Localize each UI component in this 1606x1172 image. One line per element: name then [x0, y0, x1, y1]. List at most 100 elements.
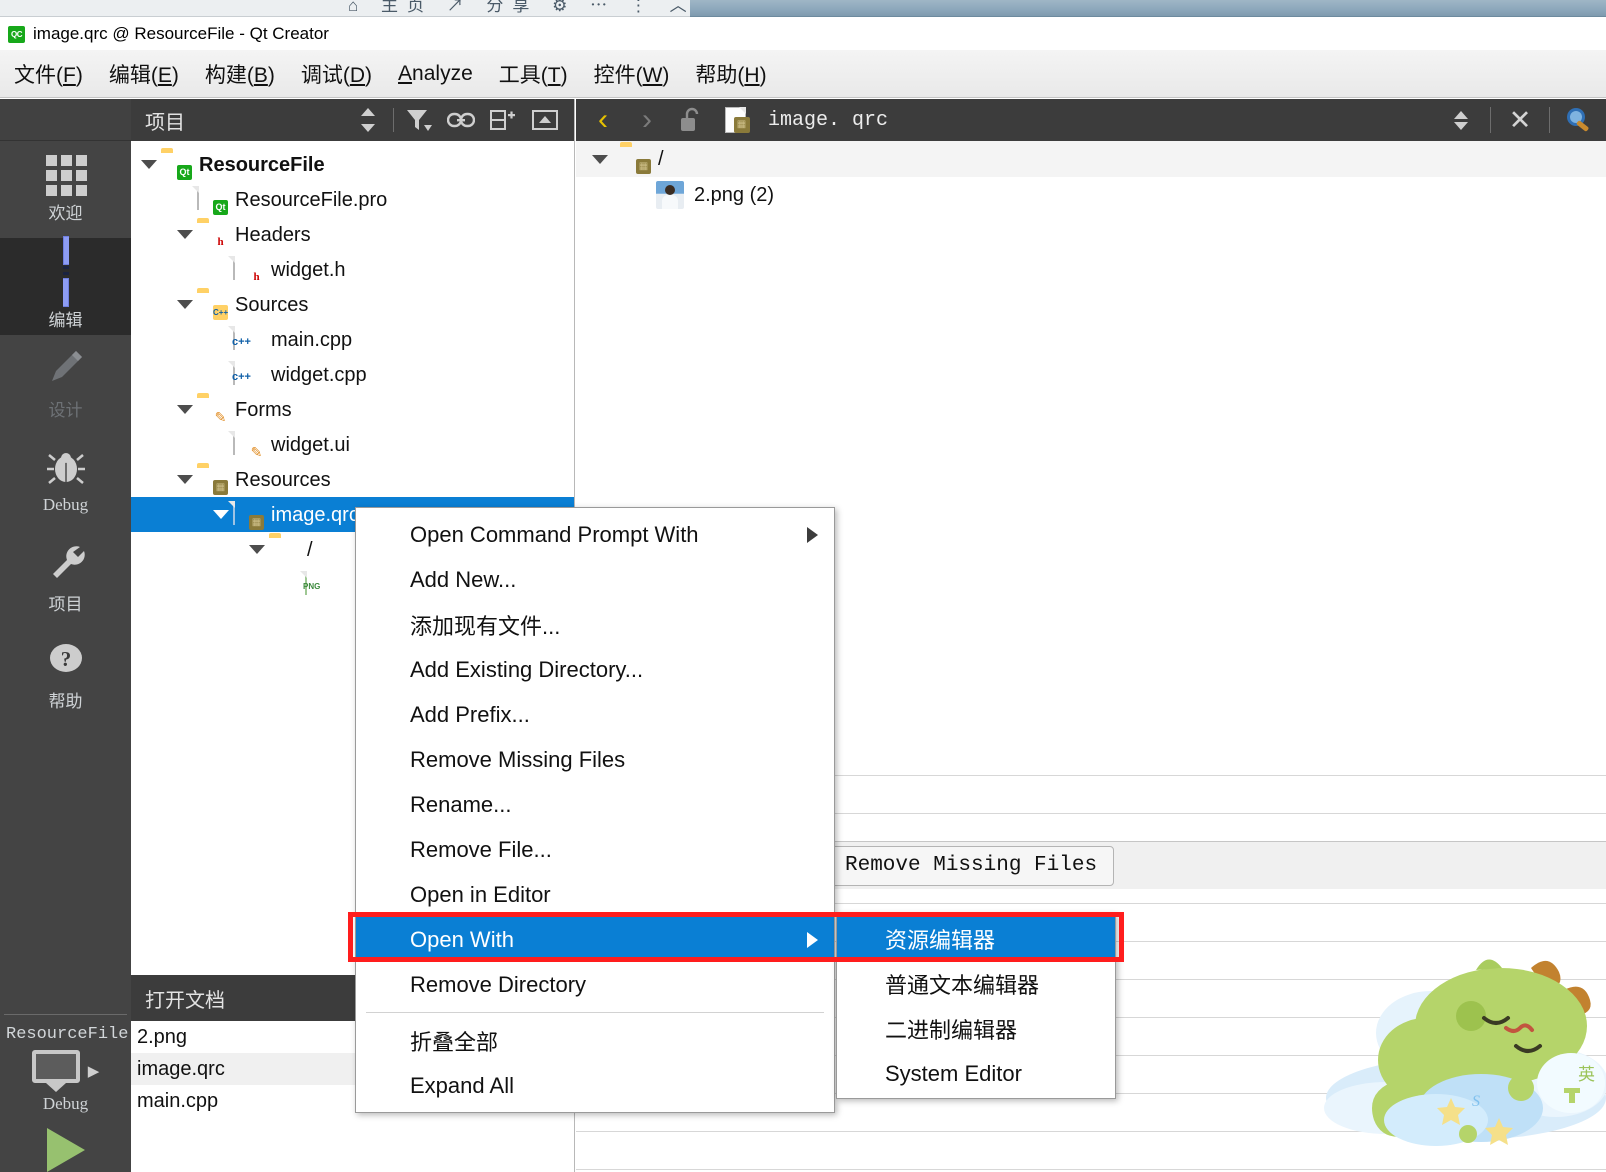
context-menu-item-label: Expand All [410, 1072, 514, 1098]
folder-res-icon: ▦ [620, 146, 651, 174]
kit-arrow-icon: ▶ [87, 1063, 100, 1080]
image-thumb-icon [656, 181, 684, 209]
pencil-icon [46, 347, 86, 392]
menu-item-7[interactable]: 控件(W) [594, 59, 670, 89]
file-qrc-icon: ▦ [714, 99, 756, 141]
context-menu-item[interactable]: Expand All [356, 1063, 834, 1108]
chevron-down-icon[interactable] [137, 160, 161, 169]
context-menu-item[interactable]: Remove File... [356, 827, 834, 872]
submenu-item-label: 资源编辑器 [885, 927, 996, 953]
tree-item[interactable]: ✎ Forms [131, 392, 574, 427]
link-icon[interactable] [440, 99, 482, 141]
context-menu-separator [366, 1012, 824, 1013]
chevron-down-icon[interactable] [173, 405, 197, 414]
svg-text:S: S [1472, 1093, 1480, 1110]
tree-item[interactable]: h widget.h [131, 252, 574, 287]
menu-item-6[interactable]: 工具(T) [499, 59, 568, 89]
folder-cpp-icon: C++ [197, 292, 228, 320]
open-with-submenu: 资源编辑器普通文本编辑器二进制编辑器 System Editor [836, 913, 1116, 1099]
tree-item-label: / [307, 538, 313, 561]
tree-item[interactable]: Qt ResourceFile [131, 147, 574, 182]
mode-button-list: 欢迎 编辑设计 Debug 项目? 帮助 [0, 141, 131, 723]
projects-panel-title: 项目 [145, 111, 185, 134]
tree-item[interactable]: ✎ widget.ui [131, 427, 574, 462]
editor-button[interactable]: Remove Missing Files [828, 845, 1115, 886]
qt-designer-icon[interactable] [1558, 99, 1600, 141]
edit-document-icon [62, 236, 69, 307]
qt-creator-window: ⌂ 主页 ↗ 分享 ⚙ ⋯ ⋮ ︿ QC image.qrc @ Resourc… [0, 0, 1606, 1172]
mode-button-4[interactable]: Debug [0, 432, 131, 529]
chevron-down-icon[interactable] [245, 545, 269, 554]
menu-item-1[interactable]: 文件(F) [14, 59, 83, 89]
kit-selector[interactable]: ▶ [0, 1048, 131, 1092]
context-menu-item[interactable]: Add Existing Directory... [356, 647, 834, 692]
file-h-icon: h [233, 255, 264, 285]
open-document-label: main.cpp [137, 1089, 219, 1112]
context-menu-item-label: Add Existing Directory... [410, 656, 644, 682]
context-menu-item[interactable]: Rename... [356, 782, 834, 827]
tree-item[interactable]: h Headers [131, 217, 574, 252]
tree-item-label: widget.ui [271, 433, 350, 456]
tree-item-label: Headers [235, 223, 311, 246]
run-play-icon[interactable] [46, 1128, 85, 1172]
submenu-item[interactable]: 二进制编辑器 [837, 1006, 1115, 1051]
chevron-left-icon[interactable]: ‹ [582, 99, 624, 141]
context-menu-item[interactable]: 添加现有文件... [356, 602, 834, 647]
wrench-icon [46, 541, 86, 586]
chevron-down-icon[interactable] [173, 475, 197, 484]
chevron-right-icon[interactable]: › [626, 99, 668, 141]
split-updown-icon[interactable] [1440, 99, 1482, 141]
folder-icon [269, 537, 299, 563]
sync-selection-icon[interactable] [347, 99, 389, 141]
submenu-item[interactable]: 普通文本编辑器 [837, 961, 1115, 1006]
chevron-down-icon[interactable] [588, 154, 612, 164]
mode-button-3[interactable]: 设计 [0, 335, 131, 432]
context-menu-item[interactable]: Add New... [356, 557, 834, 602]
tree-item[interactable]: Qt ResourceFile.pro [131, 182, 574, 217]
unlocked-padlock-icon[interactable] [670, 99, 712, 141]
menu-item-4[interactable]: 调试(D) [301, 59, 372, 89]
menubar: 文件(F) 编辑(E) 构建(B) 调试(D) Analyze 工具(T) 控件(W) 帮助(… [0, 50, 1606, 98]
split-add-icon[interactable] [482, 99, 524, 141]
context-menu-item[interactable]: Remove Directory [356, 962, 834, 1007]
collapse-panel-icon[interactable] [524, 99, 566, 141]
chevron-down-icon[interactable] [209, 510, 233, 519]
context-menu-item-label: Rename... [410, 791, 512, 817]
submenu-item-label: 普通文本编辑器 [885, 972, 1040, 998]
context-menu-item-label: 折叠全部 [410, 1029, 499, 1055]
context-menu-item[interactable]: Open With [356, 917, 834, 962]
menu-item-2[interactable]: 编辑(E) [109, 59, 179, 89]
monitor-icon [31, 1050, 80, 1092]
open-document-label: image.qrc [137, 1057, 225, 1080]
window-title: image.qrc @ ResourceFile - Qt Creator [33, 24, 329, 43]
qrc-tree-item[interactable]: 2.png (2) [576, 177, 1606, 213]
qrc-tree-item-label: 2.png (2) [694, 183, 775, 206]
chevron-down-icon[interactable] [173, 230, 197, 239]
menu-item-3[interactable]: 构建(B) [205, 59, 275, 89]
toolbar-divider [393, 108, 394, 132]
mode-button-6[interactable]: ? 帮助 [0, 626, 131, 723]
chevron-down-icon[interactable] [173, 300, 197, 309]
menu-item-5[interactable]: Analyze [398, 62, 473, 86]
sleeping-dragon-mascot: S 英 [1316, 948, 1606, 1148]
submenu-item[interactable]: System Editor [837, 1051, 1115, 1096]
mode-label: 设计 [48, 400, 83, 420]
context-menu-item[interactable]: 折叠全部 [356, 1018, 834, 1063]
tree-item[interactable]: ▦ Resources [131, 462, 574, 497]
mode-button-5[interactable]: 项目 [0, 529, 131, 626]
tree-item[interactable]: c++ widget.cpp [131, 357, 574, 392]
tree-item[interactable]: c++ main.cpp [131, 322, 574, 357]
context-menu-item-label: Open in Editor [410, 881, 551, 907]
mode-button-2[interactable]: 编辑 [0, 236, 131, 335]
tree-item[interactable]: C++ Sources [131, 287, 574, 322]
context-menu-item[interactable]: Remove Missing Files [356, 737, 834, 782]
submenu-item[interactable]: 资源编辑器 [837, 916, 1115, 961]
close-x-icon[interactable]: ✕ [1499, 99, 1541, 141]
context-menu-item[interactable]: Add Prefix... [356, 692, 834, 737]
filter-icon[interactable] [398, 99, 440, 141]
mode-button-1[interactable]: 欢迎 [0, 141, 131, 238]
menu-item-8[interactable]: 帮助(H) [695, 59, 766, 89]
context-menu-item[interactable]: Open Command Prompt With [356, 512, 834, 557]
qrc-tree-item[interactable]: ▦ / [576, 141, 1606, 177]
context-menu-item[interactable]: Open in Editor [356, 872, 834, 917]
